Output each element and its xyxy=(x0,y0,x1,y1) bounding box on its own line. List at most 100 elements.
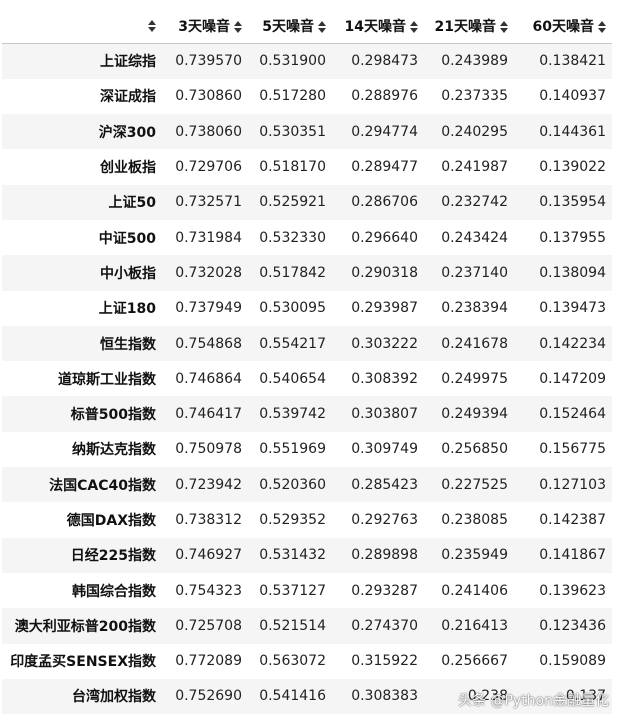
table-cell: 0.303807 xyxy=(351,406,418,423)
table-cell: 0.127103 xyxy=(539,476,606,493)
table-row: 中证500 0.731984 0.532330 0.296640 0.243424 0.1… xyxy=(2,219,612,256)
page: 3天噪音 5天噪音 14天噪音 21天噪音 60天噪音 上证综指 0.739570… xyxy=(0,0,625,716)
table-row: 印度孟买SENSEX指数 0.772089 0.563072 0.315922 0.25… xyxy=(2,643,612,679)
table-cell: 0.293987 xyxy=(351,300,418,317)
table-cell: 0.249975 xyxy=(441,370,508,387)
table-cell: 0.518170 xyxy=(259,159,326,176)
table-cell: 0.537127 xyxy=(259,582,326,599)
table-row: 创业板指 0.729706 0.518170 0.289477 0.241987 0.13… xyxy=(2,149,612,185)
table-row: 上证50 0.732571 0.525921 0.286706 0.232742 0.13… xyxy=(2,184,612,220)
column-header[interactable]: 21天噪音 xyxy=(424,9,514,44)
index-column-header[interactable] xyxy=(2,9,162,44)
sort-icon[interactable] xyxy=(500,21,508,33)
table-body: 上证综指 0.739570 0.531900 0.298473 0.243989 0.13… xyxy=(2,43,612,715)
row-label: 上证180 xyxy=(98,301,156,318)
row-label: 印度孟买SENSEX指数 xyxy=(10,654,156,671)
table-cell: 0.135954 xyxy=(539,194,606,211)
sort-icon[interactable] xyxy=(234,21,242,33)
table-cell: 0.138094 xyxy=(539,264,606,281)
table-cell: 0.754868 xyxy=(175,335,242,352)
table-row: 日经225指数 0.746927 0.531432 0.289898 0.235949 0… xyxy=(2,537,612,573)
table-cell: 0.289477 xyxy=(351,159,418,176)
table-cell: 0.147209 xyxy=(539,370,606,387)
table-cell: 0.520360 xyxy=(259,476,326,493)
table-cell: 0.216413 xyxy=(441,617,508,634)
sort-icon[interactable] xyxy=(318,21,326,33)
table-cell: 0.731984 xyxy=(175,229,242,246)
table-cell: 0.529352 xyxy=(259,512,326,528)
table-row: 深证成指 0.730860 0.517280 0.288976 0.237335 0.14… xyxy=(2,78,612,115)
table-cell: 0.141867 xyxy=(539,547,606,564)
table-cell: 0.541416 xyxy=(259,688,326,705)
table-row: 中小板指 0.732028 0.517842 0.290318 0.237140 0.13… xyxy=(2,255,612,291)
table-cell: 0.746864 xyxy=(175,370,242,387)
column-header-label: 21天噪音 xyxy=(434,19,496,35)
column-header-label: 60天噪音 xyxy=(532,19,594,35)
table-cell: 0.294774 xyxy=(351,123,418,140)
row-label: 日经225指数 xyxy=(70,548,156,565)
table-cell: 0.530351 xyxy=(259,123,326,140)
table-cell: 0.139022 xyxy=(539,159,606,176)
watermark: 头条 @Python金融量化 xyxy=(458,693,609,709)
table-cell: 0.303222 xyxy=(351,335,418,352)
table-cell: 0.256850 xyxy=(441,441,508,458)
row-label: 深证成指 xyxy=(100,89,156,106)
sort-icon[interactable] xyxy=(410,21,418,33)
table-cell: 0.238085 xyxy=(441,512,508,528)
table-cell: 0.551969 xyxy=(259,441,326,458)
row-label: 上证50 xyxy=(108,195,156,212)
table-row: 澳大利亚标普200指数 0.725708 0.521514 0.274370 0.216… xyxy=(2,608,612,644)
table-cell: 0.729706 xyxy=(175,159,242,176)
table-cell: 0.296640 xyxy=(351,229,418,246)
column-header[interactable]: 60天噪音 xyxy=(514,9,612,44)
table-cell: 0.274370 xyxy=(351,617,418,634)
table-cell: 0.290318 xyxy=(351,264,418,281)
table-cell: 0.232742 xyxy=(441,194,508,211)
table-cell: 0.772089 xyxy=(175,653,242,670)
table-cell: 0.737949 xyxy=(175,300,242,317)
table-cell: 0.554217 xyxy=(259,335,326,352)
table-cell: 0.140937 xyxy=(539,88,606,105)
table-cell: 0.750978 xyxy=(175,441,242,458)
table-cell: 0.139623 xyxy=(539,582,606,599)
sort-icon[interactable] xyxy=(598,21,606,33)
table-cell: 0.738060 xyxy=(175,123,242,140)
table-cell: 0.238394 xyxy=(441,300,508,317)
sort-icon[interactable] xyxy=(148,20,156,32)
table-cell: 0.563072 xyxy=(259,653,326,670)
table-cell: 0.241678 xyxy=(441,335,508,352)
column-header-label: 14天噪音 xyxy=(344,19,406,35)
table-row: 道琼斯工业指数 0.746864 0.540654 0.308392 0.249975 0… xyxy=(2,361,612,397)
column-header[interactable]: 5天噪音 xyxy=(248,9,332,44)
table-cell: 0.308392 xyxy=(351,370,418,387)
row-label: 澳大利亚标普200指数 xyxy=(14,618,156,635)
table-cell: 0.530095 xyxy=(259,300,326,317)
table-cell: 0.241406 xyxy=(441,582,508,599)
table-row: 标普500指数 0.746417 0.539742 0.303807 0.249394 0… xyxy=(2,396,612,432)
row-label: 法国CAC40指数 xyxy=(49,477,156,494)
row-label: 中小板指 xyxy=(100,265,156,282)
header-row: 3天噪音 5天噪音 14天噪音 21天噪音 60天噪音 xyxy=(2,9,612,44)
table-cell: 0.144361 xyxy=(539,123,606,140)
table-cell: 0.288976 xyxy=(351,88,418,105)
table-cell: 0.240295 xyxy=(441,123,508,140)
table-cell: 0.138421 xyxy=(539,53,606,70)
table-cell: 0.739570 xyxy=(175,53,242,70)
table-cell: 0.237335 xyxy=(441,88,508,105)
column-header[interactable]: 3天噪音 xyxy=(162,9,248,44)
table-row: 德国DAX指数 0.738312 0.529352 0.292763 0.238085 0… xyxy=(2,502,612,538)
table-cell: 0.142234 xyxy=(539,335,606,352)
column-header[interactable]: 14天噪音 xyxy=(332,9,424,44)
row-label: 韩国综合指数 xyxy=(72,583,156,600)
row-label: 恒生指数 xyxy=(100,336,156,353)
table-cell: 0.243424 xyxy=(441,229,508,246)
table-row: 恒生指数 0.754868 0.554217 0.303222 0.241678 0.14… xyxy=(2,325,612,362)
table-cell: 0.241987 xyxy=(441,159,508,176)
row-label: 沪深300 xyxy=(98,124,156,141)
table-cell: 0.285423 xyxy=(351,476,418,493)
table-cell: 0.752690 xyxy=(175,688,242,705)
table-cell: 0.292763 xyxy=(351,512,418,528)
table-header: 3天噪音 5天噪音 14天噪音 21天噪音 60天噪音 xyxy=(2,9,612,44)
column-header-label: 5天噪音 xyxy=(262,19,314,35)
table-cell: 0.152464 xyxy=(539,406,606,423)
